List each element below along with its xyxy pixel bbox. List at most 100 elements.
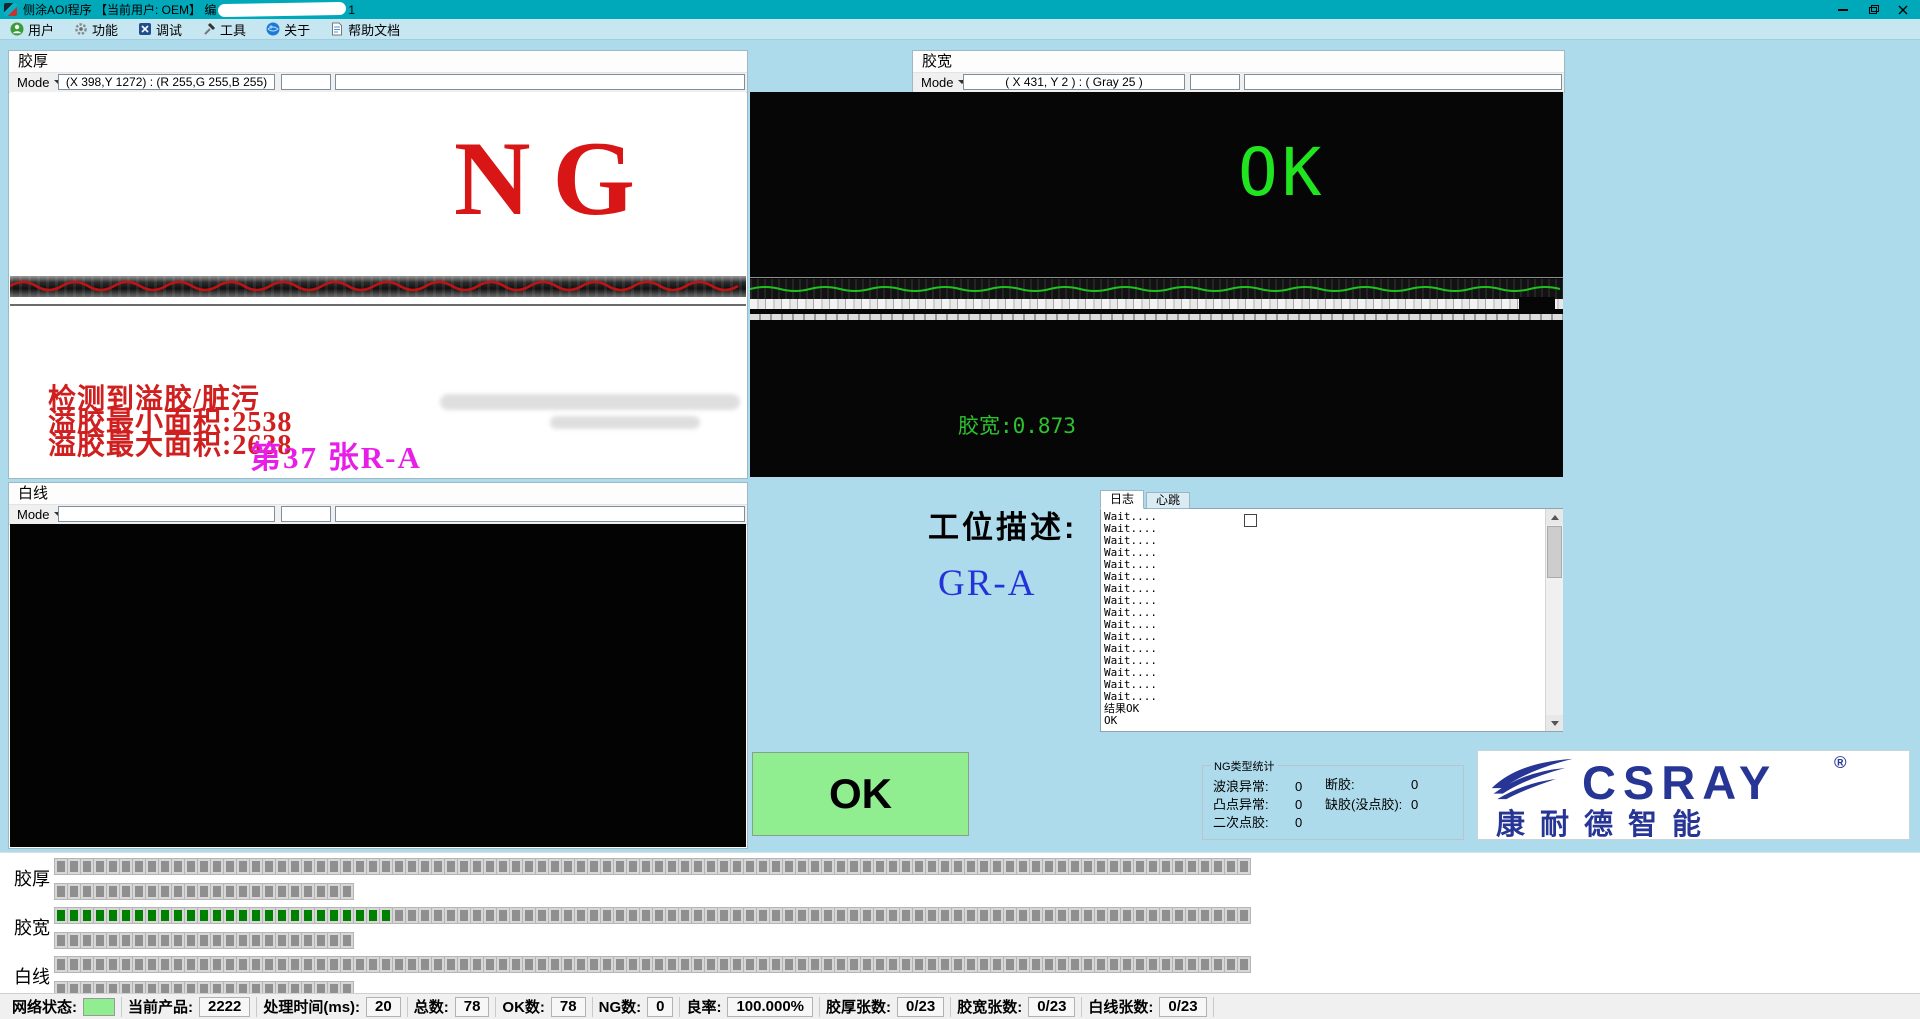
strip-cell (497, 957, 509, 972)
strip-cell (757, 859, 769, 874)
strip-cell (458, 859, 470, 874)
menu-item-help-doc[interactable]: 帮助文档 (320, 19, 410, 39)
arrow-down-icon (1551, 721, 1559, 726)
strip-cell (81, 884, 93, 899)
strip-cell (900, 908, 912, 923)
status-field-value: 78 (455, 997, 490, 1017)
frame-number-label: 第37 张R-A (250, 432, 422, 477)
strip-cell (432, 859, 444, 874)
result-text-ok: OK (1238, 140, 1325, 206)
strip-cell (900, 859, 912, 874)
menu-item-label: 调试 (156, 20, 182, 39)
strip-cell (666, 908, 678, 923)
strip-cell (419, 859, 431, 874)
menu-item-functions[interactable]: 功能 (64, 19, 128, 39)
strip-cell (380, 908, 392, 923)
strip-cell (250, 957, 262, 972)
strip-cell (328, 933, 340, 948)
mode-toolbar: Mode (X 398,Y 1272) : (R 255,G 255,B 255… (9, 73, 747, 93)
aux-field-wide[interactable] (335, 506, 745, 522)
scrollbar-thumb[interactable] (1547, 526, 1562, 578)
strip-cell (341, 933, 353, 948)
strip-cell (1004, 859, 1016, 874)
strip-cell (1069, 957, 1081, 972)
aux-field-small[interactable] (281, 74, 331, 90)
scroll-up-button[interactable] (1546, 509, 1563, 525)
menu-item-tools[interactable]: 工具 (192, 19, 256, 39)
strip-cell (874, 859, 886, 874)
strip-cell (1082, 908, 1094, 923)
mode-dropdown[interactable]: Mode (917, 74, 970, 90)
strip-cell (250, 908, 262, 923)
status-field-label: 胶宽张数: (957, 996, 1022, 1017)
strip-cell (588, 859, 600, 874)
status-field: 网络状态: (6, 997, 122, 1017)
tab-log[interactable]: 日志 (1100, 490, 1144, 509)
strip-cell (666, 957, 678, 972)
strip-cell (1030, 859, 1042, 874)
strip-cell (991, 859, 1003, 874)
strip-cell (926, 859, 938, 874)
close-button[interactable] (1888, 0, 1918, 19)
defect-wave-overlay (10, 268, 746, 304)
minimize-button[interactable] (1828, 0, 1858, 19)
strip-cell (861, 859, 873, 874)
tab-heartbeat[interactable]: 心跳 (1146, 492, 1190, 509)
log-line: Wait.... (1104, 607, 1544, 619)
indicator-row-long (55, 908, 1251, 923)
aux-field-wide[interactable] (1244, 74, 1562, 90)
strip-cell (81, 859, 93, 874)
log-line: Wait.... (1104, 691, 1544, 703)
log-list[interactable]: Wait....Wait....Wait....Wait....Wait....… (1100, 508, 1563, 732)
strip-cell (302, 957, 314, 972)
substrate-band-2 (750, 314, 1563, 320)
strip-cell (1199, 859, 1211, 874)
stat-label: 二次点胶: (1213, 812, 1295, 831)
strip-cell (1069, 908, 1081, 923)
pixel-coord-readout[interactable]: ( X 431, Y 2 ) : ( Gray 25 ) (963, 74, 1185, 90)
log-checkbox[interactable] (1244, 514, 1257, 527)
substrate-band (750, 299, 1563, 309)
log-line: Wait.... (1104, 547, 1544, 559)
panel-white-line: 白线 Mode (8, 482, 748, 849)
menu-item-user[interactable]: 用户 (0, 19, 64, 39)
strip-cell (341, 859, 353, 874)
status-field-label: 白线张数: (1088, 996, 1153, 1017)
strip-cell (198, 933, 210, 948)
aux-field-small[interactable] (281, 506, 331, 522)
strip-cell (471, 859, 483, 874)
strip-cell (549, 957, 561, 972)
status-field-label: 处理时间(ms): (263, 996, 360, 1017)
strip-cell (276, 884, 288, 899)
mode-toolbar: Mode (9, 505, 747, 525)
aux-field-wide[interactable] (335, 74, 745, 90)
log-scrollbar[interactable] (1545, 509, 1563, 731)
strip-cell (289, 859, 301, 874)
strip-cell (900, 957, 912, 972)
station-description-label: 工位描述: (928, 502, 1077, 547)
red-wave-path (10, 282, 738, 290)
menu-item-about[interactable]: 关于 (256, 19, 320, 39)
strip-cell (1095, 908, 1107, 923)
strip-cell (874, 957, 886, 972)
strip-cell (302, 859, 314, 874)
scroll-down-button[interactable] (1546, 715, 1563, 731)
strip-cell (120, 884, 132, 899)
strip-cell (510, 859, 522, 874)
aux-field-small[interactable] (1190, 74, 1240, 90)
strip-cell (133, 859, 145, 874)
strip-cell (991, 908, 1003, 923)
pixel-coord-readout[interactable]: (X 398,Y 1272) : (R 255,G 255,B 255) (58, 74, 275, 90)
strip-cell (263, 908, 275, 923)
restore-button[interactable] (1858, 0, 1888, 19)
strip-cell (198, 908, 210, 923)
brand-subtitle: 康耐德智能 (1496, 801, 1716, 843)
strip-cell (887, 957, 899, 972)
menu-item-debug[interactable]: 调试 (128, 19, 192, 39)
debug-icon (138, 22, 152, 36)
strip-cell (575, 957, 587, 972)
pixel-coord-readout[interactable] (58, 506, 275, 522)
strip-cell (783, 957, 795, 972)
stat-label: 断胶: (1325, 774, 1411, 793)
overall-result-button[interactable]: OK (752, 752, 969, 836)
